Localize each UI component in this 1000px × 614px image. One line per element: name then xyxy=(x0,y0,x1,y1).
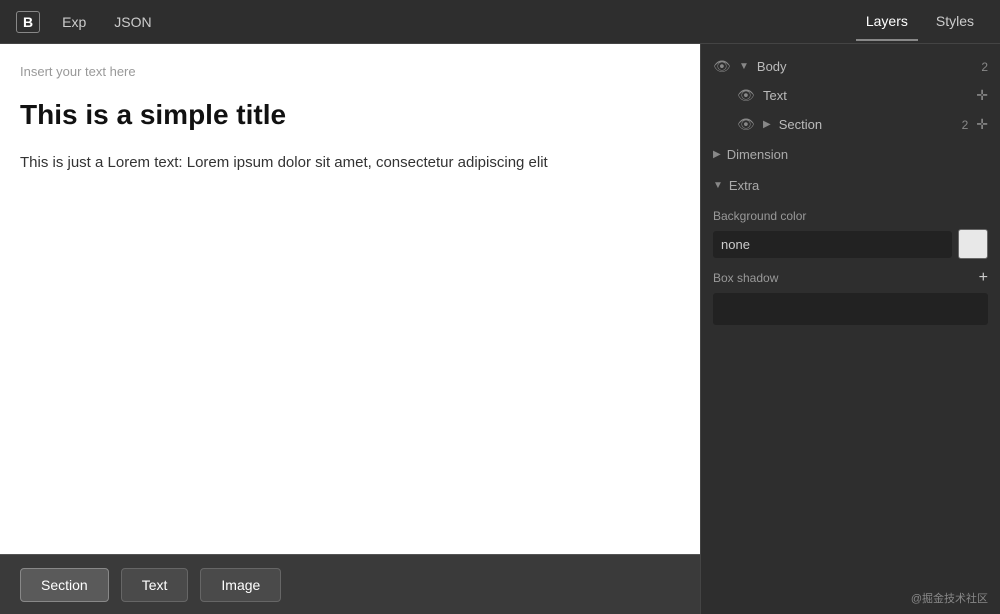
layer-section[interactable]: 👁 ▶ Section 2 ✛ xyxy=(701,110,1000,139)
bg-color-swatch[interactable] xyxy=(958,229,988,259)
insert-text-label: Insert your text here xyxy=(20,64,680,79)
top-bar: B Exp JSON Layers Styles xyxy=(0,0,1000,44)
canvas-area: Insert your text here This is a simple t… xyxy=(0,44,700,614)
watermark: @掘金技术社区 xyxy=(911,590,988,606)
tab-layers[interactable]: Layers xyxy=(856,3,918,41)
eye-icon-body[interactable]: 👁 xyxy=(713,58,731,75)
box-shadow-preview xyxy=(713,293,988,325)
bg-color-row xyxy=(713,229,988,259)
tab-styles[interactable]: Styles xyxy=(926,3,984,41)
layer-text-label: Text xyxy=(763,88,968,103)
bg-color-label: Background color xyxy=(713,209,988,223)
extra-arrow-icon: ▼ xyxy=(713,180,723,191)
arrow-section: ▶ xyxy=(763,119,771,130)
top-bar-right: Layers Styles xyxy=(856,3,984,41)
styles-section: Background color Box shadow + xyxy=(701,201,1000,333)
bottom-toolbar: Section Text Image xyxy=(0,554,700,614)
canvas-content[interactable]: Insert your text here This is a simple t… xyxy=(0,44,700,554)
layer-text[interactable]: 👁 Text ✛ xyxy=(701,81,1000,110)
section-button[interactable]: Section xyxy=(20,568,109,602)
dimension-label: Dimension xyxy=(727,147,788,162)
eye-icon-text[interactable]: 👁 xyxy=(737,87,755,104)
box-shadow-add-button[interactable]: + xyxy=(979,269,988,287)
extra-section-header[interactable]: ▼ Extra xyxy=(701,170,1000,201)
top-bar-left: B Exp JSON xyxy=(16,10,158,34)
dimension-arrow-icon: ▶ xyxy=(713,149,721,160)
json-button[interactable]: JSON xyxy=(108,10,157,34)
layer-section-label: Section xyxy=(779,117,954,132)
bg-color-input[interactable] xyxy=(713,231,952,258)
main-area: Insert your text here This is a simple t… xyxy=(0,44,1000,614)
arrow-body: ▼ xyxy=(739,61,749,72)
move-icon-text[interactable]: ✛ xyxy=(976,87,988,104)
layer-body[interactable]: 👁 ▼ Body 2 xyxy=(701,52,1000,81)
move-icon-section[interactable]: ✛ xyxy=(976,116,988,133)
extra-label: Extra xyxy=(729,178,759,193)
layers-section: 👁 ▼ Body 2 👁 Text ✛ 👁 ▶ Section 2 ✛ xyxy=(701,44,1000,614)
bold-button[interactable]: B xyxy=(16,11,40,33)
text-button[interactable]: Text xyxy=(121,568,189,602)
layer-body-count: 2 xyxy=(981,60,988,74)
canvas-title: This is a simple title xyxy=(20,99,680,131)
eye-icon-section[interactable]: 👁 xyxy=(737,116,755,133)
box-shadow-label: Box shadow xyxy=(713,271,778,285)
layer-section-count: 2 xyxy=(962,118,969,132)
layer-body-label: Body xyxy=(757,59,973,74)
image-button[interactable]: Image xyxy=(200,568,281,602)
dimension-section-header[interactable]: ▶ Dimension xyxy=(701,139,1000,170)
canvas-body-text: This is just a Lorem text: Lorem ipsum d… xyxy=(20,151,680,175)
exp-button[interactable]: Exp xyxy=(56,10,92,34)
right-panel: 👁 ▼ Body 2 👁 Text ✛ 👁 ▶ Section 2 ✛ xyxy=(700,44,1000,614)
box-shadow-row-header: Box shadow + xyxy=(713,269,988,287)
